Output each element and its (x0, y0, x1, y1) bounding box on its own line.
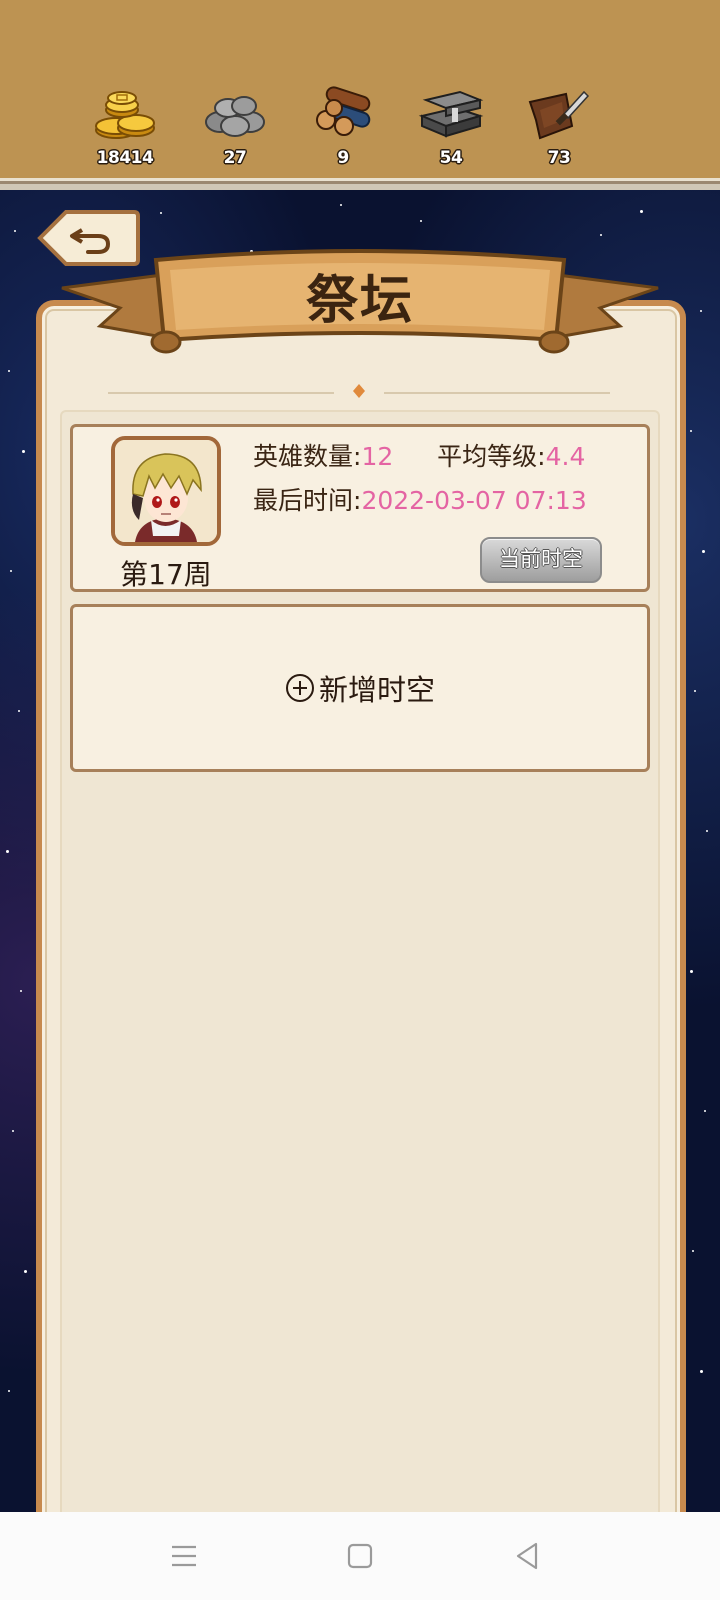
resource-gold[interactable]: 18414 (82, 86, 168, 168)
avg-level-label: 平均等级: (437, 442, 546, 471)
iron-count: 54 (439, 148, 463, 168)
resource-bar: 18414 27 9 54 73 (0, 0, 720, 186)
stone-count: 27 (223, 148, 247, 168)
plus-circle-icon (285, 674, 314, 702)
avg-level-value: 4.4 (545, 442, 586, 471)
page-title: 祭坛 (305, 271, 414, 331)
hero-count-value: 12 (361, 442, 394, 471)
resource-wood[interactable]: 9 (300, 86, 386, 168)
resource-iron[interactable]: 54 (408, 86, 494, 168)
resource-stone[interactable]: 27 (192, 86, 278, 168)
add-timeline-card[interactable]: 新增时空 (70, 604, 650, 772)
menu-icon[interactable] (162, 1534, 206, 1578)
system-nav-bar (0, 1512, 720, 1600)
divider-right (384, 392, 610, 394)
current-timeline-button[interactable]: 当前时空 (480, 537, 602, 583)
leather-knife-icon (528, 90, 590, 140)
last-time-value: 2022-03-07 07:13 (361, 486, 587, 515)
hero-stats-row: 英雄数量:12 平均等级:4.4 (253, 437, 585, 473)
divider-left (108, 392, 334, 394)
back-triangle-icon[interactable] (506, 1534, 550, 1578)
gold-count: 18414 (96, 148, 154, 168)
hero-avatar (111, 436, 221, 546)
leather-count: 73 (547, 148, 571, 168)
topbar-trim (0, 178, 720, 190)
hero-count-label: 英雄数量: (253, 442, 362, 471)
add-timeline-label: 新增时空 (318, 673, 435, 707)
last-time-label: 最后时间: (253, 486, 362, 515)
timeline-card[interactable]: 第17周 英雄数量:12 平均等级:4.4 最后时间:2022-03-07 07… (70, 424, 650, 592)
iron-ingot-icon (418, 90, 484, 138)
week-label: 第17周 (120, 558, 212, 591)
stone-icon (205, 96, 265, 137)
gold-coins-icon (95, 91, 155, 139)
resource-leather[interactable]: 73 (516, 86, 602, 168)
home-square-icon[interactable] (338, 1534, 382, 1578)
hero-portrait-icon (115, 440, 217, 542)
last-time-row: 最后时间:2022-03-07 07:13 (253, 481, 587, 517)
wood-logs-icon (316, 86, 371, 136)
diamond-ornament-icon (353, 384, 365, 398)
wood-count: 9 (337, 148, 349, 168)
